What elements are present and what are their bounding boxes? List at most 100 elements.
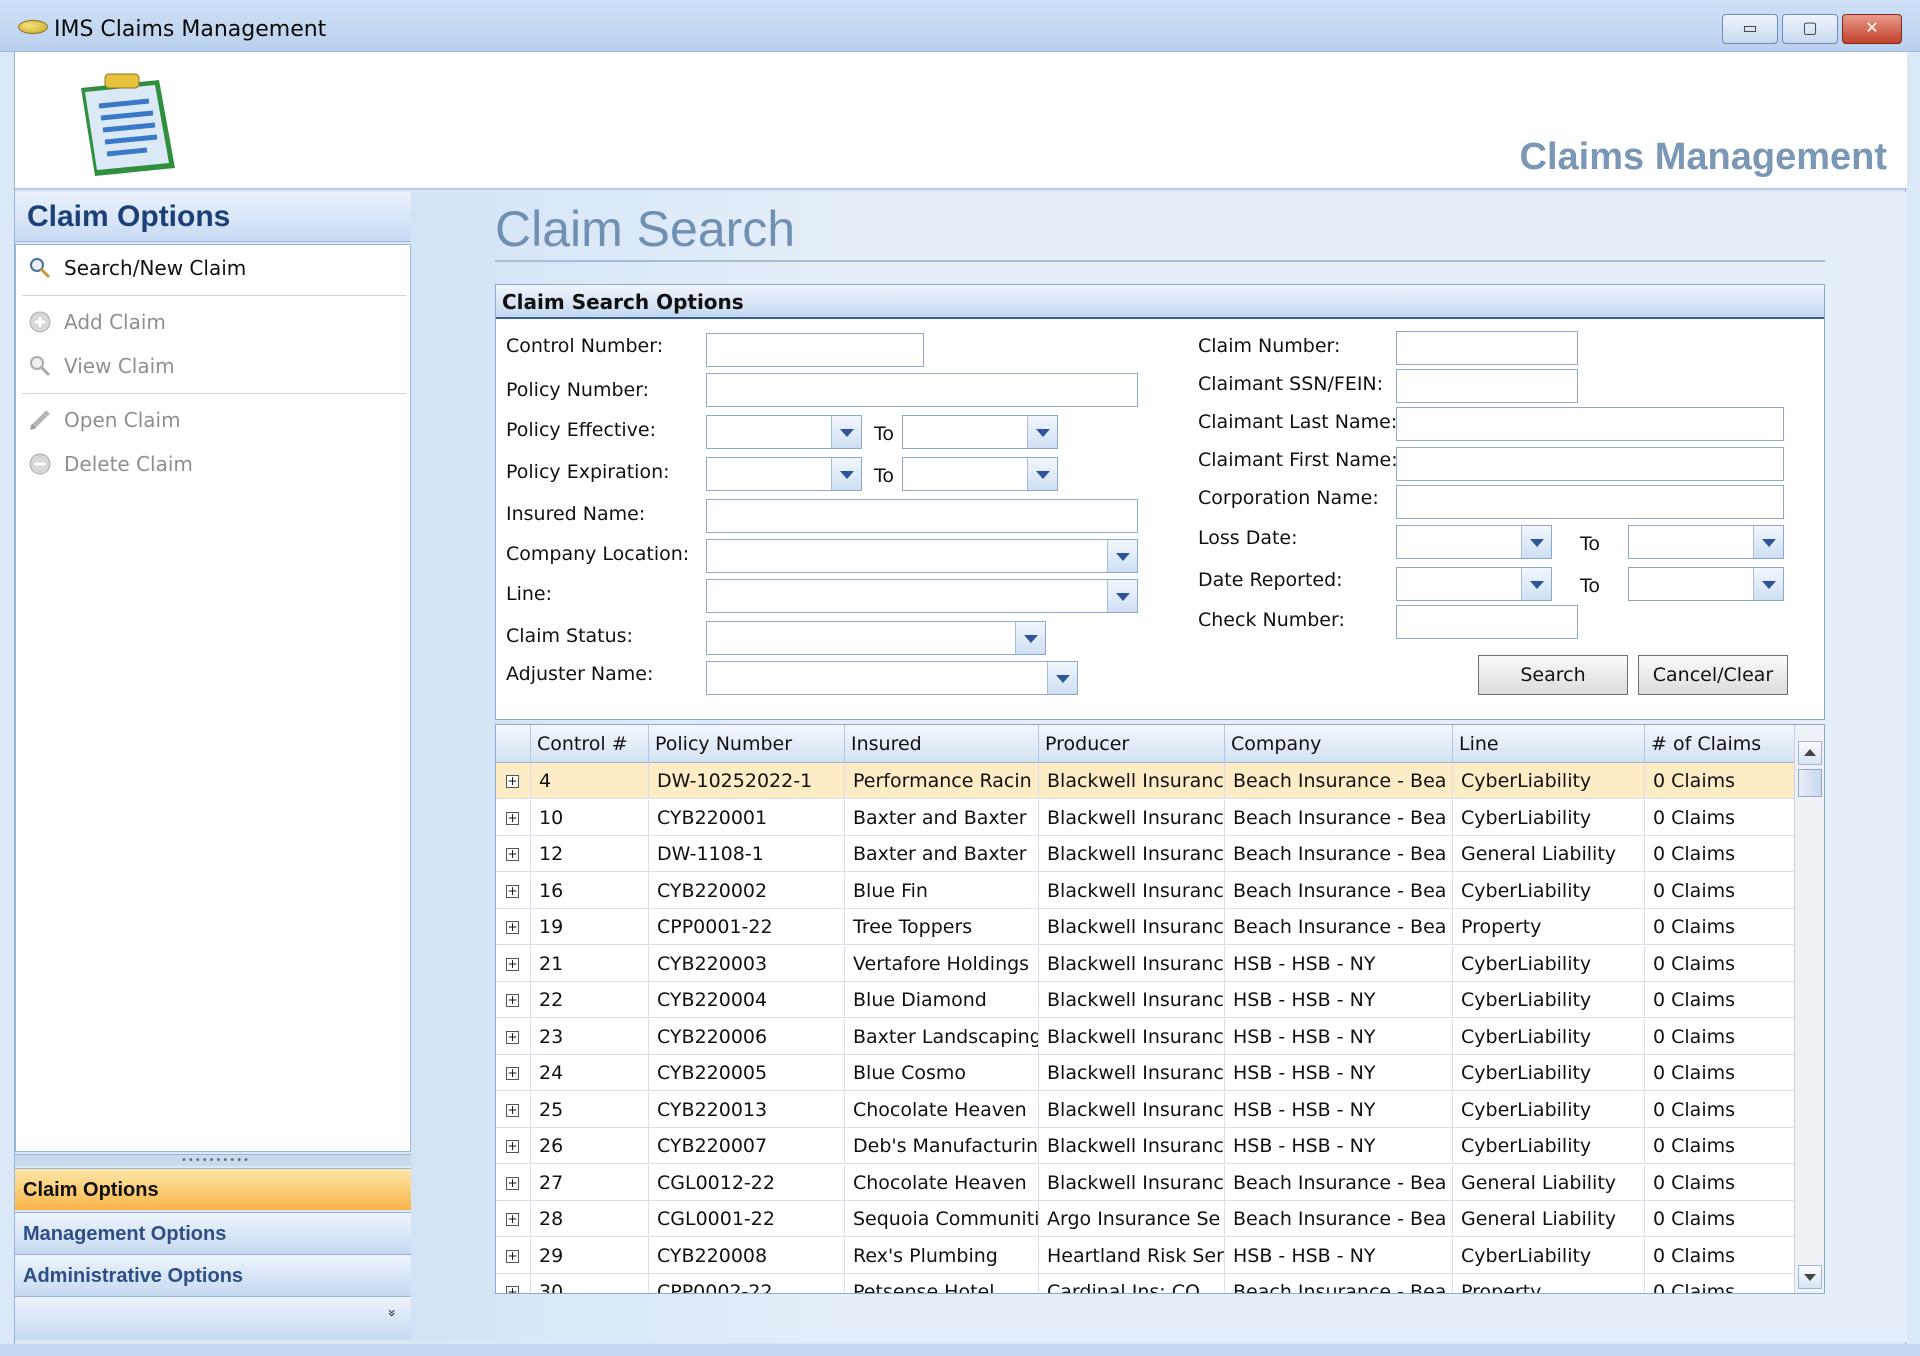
expand-row-icon[interactable]: + bbox=[506, 884, 519, 898]
policy-effective-to-combo[interactable] bbox=[902, 415, 1058, 449]
chevron-down-icon[interactable] bbox=[1521, 568, 1551, 600]
chevron-down-icon[interactable]: » bbox=[383, 1309, 399, 1318]
column-header-policy-number[interactable]: Policy Number bbox=[648, 725, 844, 763]
table-cell: General Liability bbox=[1452, 1164, 1644, 1201]
nav-administrative-options[interactable]: Administrative Options bbox=[15, 1254, 411, 1296]
claim-status-combo[interactable] bbox=[706, 621, 1046, 655]
expand-row-icon[interactable]: + bbox=[506, 1103, 519, 1117]
expand-row-icon[interactable]: + bbox=[506, 957, 519, 971]
table-row[interactable]: +23 CYB220006 Baxter Landscaping Blackwell … bbox=[496, 1018, 1794, 1055]
chevron-down-icon[interactable] bbox=[1027, 458, 1057, 490]
company-location-combo[interactable] bbox=[706, 539, 1138, 573]
chevron-down-icon[interactable] bbox=[831, 458, 861, 490]
adjuster-name-combo[interactable] bbox=[706, 661, 1078, 695]
expand-row-icon[interactable]: + bbox=[506, 921, 519, 934]
table-row[interactable]: +10 CYB220001 Baxter and Baxter Blackwell I… bbox=[496, 799, 1794, 836]
policy-expiration-from-combo[interactable] bbox=[706, 457, 862, 491]
table-row[interactable]: +25 CYB220013 Chocolate Heaven Blackwell In… bbox=[496, 1091, 1794, 1128]
nav-management-options[interactable]: Management Options bbox=[15, 1212, 411, 1254]
expand-row-icon[interactable]: + bbox=[506, 1030, 519, 1044]
company-location-label: Company Location: bbox=[506, 543, 690, 565]
chevron-down-icon[interactable] bbox=[831, 416, 861, 448]
table-cell: CGL0001-22 bbox=[648, 1201, 844, 1237]
policy-number-input[interactable] bbox=[706, 373, 1138, 407]
column-header-producer[interactable]: Producer bbox=[1038, 725, 1224, 763]
claimant-first-name-label: Claimant First Name: bbox=[1198, 449, 1398, 471]
sidebar-splitter[interactable]: •••••••••• bbox=[15, 1154, 411, 1166]
table-row[interactable]: +24 CYB220005 Blue Cosmo Blackwell Insuranc… bbox=[496, 1055, 1794, 1091]
expand-row-icon[interactable]: + bbox=[506, 811, 519, 825]
table-row[interactable]: +21 CYB220003 Vertafore Holdings Blackwell … bbox=[496, 945, 1794, 982]
expand-row-icon[interactable]: + bbox=[506, 1213, 519, 1226]
sidebar-item-delete-claim[interactable]: Delete Claim bbox=[22, 447, 402, 483]
column-header-line[interactable]: Line bbox=[1452, 725, 1644, 763]
table-cell: Beach Insurance - Bea bbox=[1224, 909, 1452, 945]
column-header-claims-count[interactable]: # of Claims bbox=[1644, 725, 1794, 763]
chevron-down-icon[interactable] bbox=[1015, 622, 1045, 654]
table-cell: 4 bbox=[530, 763, 648, 799]
claimant-first-name-input[interactable] bbox=[1396, 447, 1784, 481]
claim-number-input[interactable] bbox=[1396, 331, 1578, 365]
control-number-label: Control Number: bbox=[506, 335, 664, 357]
scroll-thumb[interactable] bbox=[1798, 769, 1822, 797]
sidebar-item-search-new-claim[interactable]: Search/New Claim bbox=[22, 251, 402, 287]
column-header-company[interactable]: Company bbox=[1224, 725, 1452, 763]
claimant-ssn-input[interactable] bbox=[1396, 369, 1578, 403]
expand-row-icon[interactable]: + bbox=[506, 1286, 519, 1293]
expand-row-icon[interactable]: + bbox=[506, 1176, 519, 1190]
scroll-down-icon[interactable] bbox=[1798, 1265, 1822, 1289]
chevron-down-icon[interactable] bbox=[1521, 526, 1551, 558]
date-reported-to-combo[interactable] bbox=[1628, 567, 1784, 601]
maximize-button[interactable]: ▢ bbox=[1782, 14, 1838, 44]
table-row[interactable]: +28 CGL0001-22 Sequoia Communiti Argo Insur… bbox=[496, 1201, 1794, 1237]
sidebar-item-label: View Claim bbox=[64, 354, 175, 378]
splitter-grip: •••••••••• bbox=[181, 1155, 250, 1166]
chevron-down-icon[interactable] bbox=[1027, 416, 1057, 448]
claimant-last-name-input[interactable] bbox=[1396, 407, 1784, 441]
expand-row-icon[interactable]: + bbox=[506, 848, 519, 861]
table-row[interactable]: +16 CYB220002 Blue Fin Blackwell Insuranc Be… bbox=[496, 872, 1794, 909]
expand-row-icon[interactable]: + bbox=[506, 1249, 519, 1263]
minimize-button[interactable]: ▭ bbox=[1722, 14, 1778, 44]
policy-expiration-to-combo[interactable] bbox=[902, 457, 1058, 491]
sidebar-item-open-claim[interactable]: Open Claim bbox=[22, 403, 402, 439]
chevron-down-icon[interactable] bbox=[1107, 540, 1137, 572]
table-row[interactable]: +27 CGL0012-22 Chocolate Heaven Blackwell I… bbox=[496, 1164, 1794, 1201]
expand-row-icon[interactable]: + bbox=[506, 1067, 519, 1080]
search-button[interactable]: Search bbox=[1478, 655, 1628, 695]
check-number-input[interactable] bbox=[1396, 605, 1578, 639]
loss-date-from-combo[interactable] bbox=[1396, 525, 1552, 559]
scroll-up-icon[interactable] bbox=[1798, 741, 1822, 765]
chevron-down-icon[interactable] bbox=[1107, 580, 1137, 612]
table-row[interactable]: +19 CPP0001-22 Tree Toppers Blackwell Insur… bbox=[496, 909, 1794, 945]
insured-name-input[interactable] bbox=[706, 499, 1138, 533]
column-header-insured[interactable]: Insured bbox=[844, 725, 1038, 763]
table-row[interactable]: +22 CYB220004 Blue Diamond Blackwell Insura… bbox=[496, 982, 1794, 1018]
close-button[interactable]: ✕ bbox=[1842, 14, 1902, 44]
date-reported-from-combo[interactable] bbox=[1396, 567, 1552, 601]
sidebar-item-view-claim[interactable]: View Claim bbox=[22, 349, 402, 385]
line-combo[interactable] bbox=[706, 579, 1138, 613]
control-number-input[interactable] bbox=[706, 333, 924, 367]
expand-row-icon[interactable]: + bbox=[506, 775, 519, 788]
expand-row-icon[interactable]: + bbox=[506, 994, 519, 1007]
chevron-down-icon[interactable] bbox=[1753, 526, 1783, 558]
policy-effective-from-combo[interactable] bbox=[706, 415, 862, 449]
table-cell: 0 Claims bbox=[1644, 1201, 1794, 1237]
nav-claim-options[interactable]: Claim Options bbox=[15, 1168, 411, 1210]
table-row[interactable]: +29 CYB220008 Rex's Plumbing Heartland Risk… bbox=[496, 1237, 1794, 1274]
cancel-clear-button[interactable]: Cancel/Clear bbox=[1638, 655, 1788, 695]
sidebar-divider bbox=[22, 295, 406, 296]
loss-date-to-combo[interactable] bbox=[1628, 525, 1784, 559]
chevron-down-icon[interactable] bbox=[1753, 568, 1783, 600]
corporation-name-input[interactable] bbox=[1396, 485, 1784, 519]
table-row[interactable]: +26 CYB220007 Deb's Manufacturin Blackwell … bbox=[496, 1128, 1794, 1164]
table-row[interactable]: +30 CPP0002-22 Petsense Hotel Cardinal Ins:… bbox=[496, 1274, 1794, 1293]
vertical-scrollbar[interactable] bbox=[1794, 725, 1824, 1293]
chevron-down-icon[interactable] bbox=[1047, 662, 1077, 694]
sidebar-item-add-claim[interactable]: Add Claim bbox=[22, 305, 402, 341]
column-header-control[interactable]: Control # bbox=[530, 725, 648, 763]
expand-row-icon[interactable]: + bbox=[506, 1140, 519, 1153]
table-row[interactable]: +12 DW-1108-1 Baxter and Baxter Blackwell I… bbox=[496, 836, 1794, 872]
table-row[interactable]: +4 DW-10252022-1 Performance Racin Blackwel… bbox=[496, 763, 1794, 799]
